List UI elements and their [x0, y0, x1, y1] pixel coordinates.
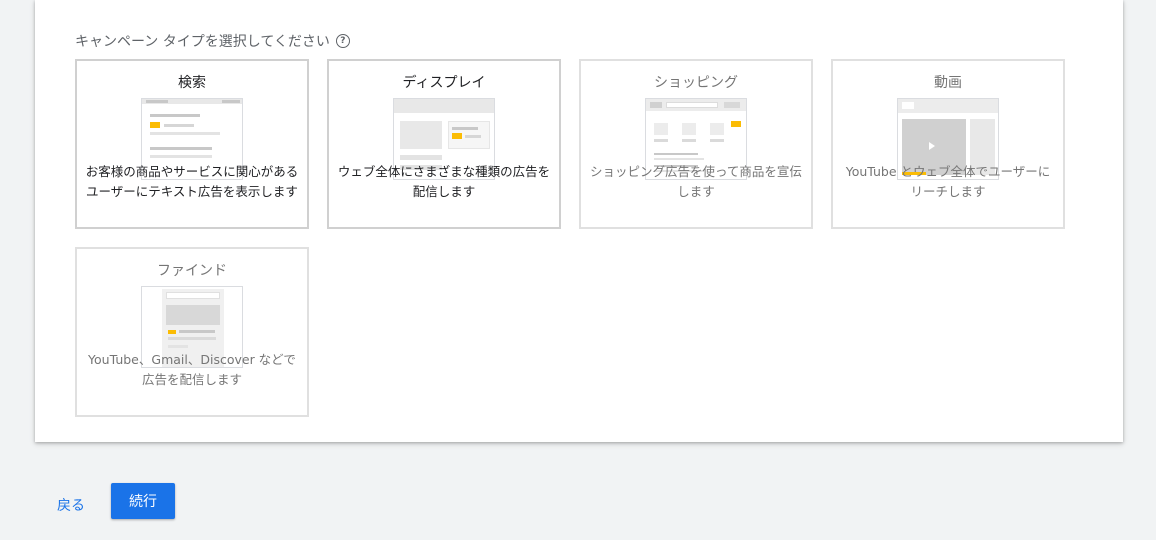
section-heading: キャンペーン タイプを選択してください ? — [75, 31, 350, 51]
card-description: お客様の商品やサービスに関心があるユーザーにテキスト広告を表示します — [85, 164, 299, 199]
card-shopping[interactable]: ショッピング ショッピング広告を使って商品を宣伝します — [579, 59, 813, 229]
help-icon[interactable]: ? — [335, 34, 350, 48]
heading-text: キャンペーン タイプを選択してください — [75, 34, 330, 50]
card-title: 検索 — [178, 75, 206, 91]
card-title: ショッピング — [654, 75, 738, 91]
back-button[interactable]: 戻る — [57, 495, 85, 515]
card-display[interactable]: ディスプレイ ウェブ全体にさまざまな種類の広告を配信します — [327, 59, 561, 229]
card-description: YouTube とウェブ全体でユーザーにリーチします — [845, 164, 1051, 199]
card-search[interactable]: 検索 お客様の商品やサービスに関心があるユーザーにテキスト広告を表示します — [75, 59, 309, 229]
card-description: ウェブ全体にさまざまな種類の広告を配信します — [337, 164, 551, 199]
card-discovery[interactable]: ファインド YouTube、Gmail、Discover などで広告を配信します — [75, 247, 309, 417]
card-video[interactable]: 動画 YouTube とウェブ全体でユーザーにリーチします — [831, 59, 1065, 229]
card-title: 動画 — [934, 75, 962, 91]
continue-button[interactable]: 続行 — [111, 483, 175, 519]
card-description: ショッピング広告を使って商品を宣伝します — [590, 164, 802, 199]
card-title: ファインド — [157, 263, 227, 279]
card-description: YouTube、Gmail、Discover などで広告を配信します — [88, 352, 296, 387]
card-title: ディスプレイ — [402, 75, 486, 91]
